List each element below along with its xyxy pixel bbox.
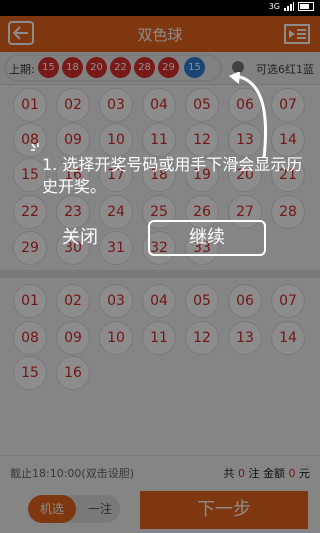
status-bar: 3G xyxy=(0,0,320,16)
continue-guide-button[interactable]: 继续 xyxy=(148,220,266,256)
network-3g-icon: 3G xyxy=(268,2,280,11)
battery-icon xyxy=(298,2,314,11)
guide-text: 1. 选择开奖号码或用手下滑会显示历史开奖。 xyxy=(42,155,303,196)
signal-icon xyxy=(284,2,294,11)
guide-arrow-icon xyxy=(229,72,268,159)
tutorial-overlay: 1. 选择开奖号码或用手下滑会显示历史开奖。 关闭 继续 xyxy=(0,16,320,533)
close-guide-button[interactable]: 关闭 xyxy=(50,224,110,252)
